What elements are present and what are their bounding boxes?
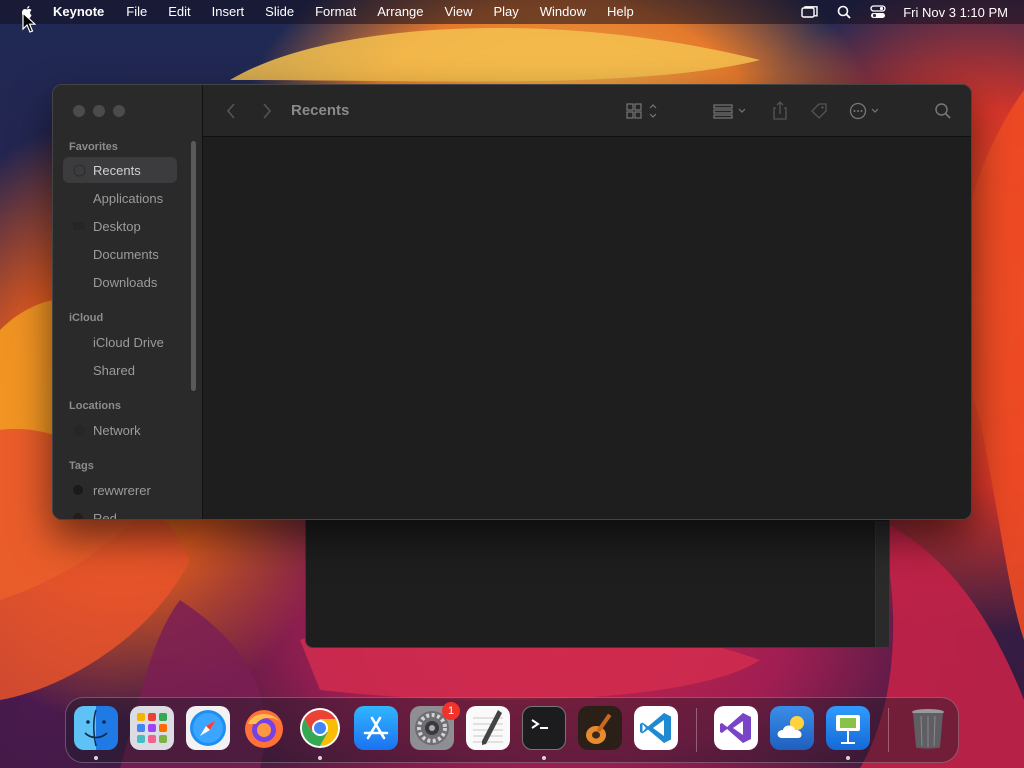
sidebar-item-applications[interactable]: Applications — [63, 185, 177, 211]
sidebar-item-tag-rewwrerer[interactable]: rewwrerer — [63, 477, 177, 503]
menu-bar-clock[interactable]: Fri Nov 3 1:10 PM — [903, 5, 1008, 20]
menu-format[interactable]: Format — [315, 0, 356, 24]
tag-icon[interactable] — [807, 99, 831, 123]
share-icon[interactable] — [769, 99, 791, 123]
control-center-icon[interactable] — [869, 4, 887, 20]
cloud-icon — [71, 335, 87, 349]
sidebar-item-documents[interactable]: Documents — [63, 241, 177, 267]
running-indicator — [846, 756, 850, 760]
textedit-icon[interactable] — [466, 706, 510, 750]
firefox-icon[interactable] — [242, 706, 286, 750]
more-actions-icon[interactable] — [847, 99, 887, 123]
window-title: Recents — [291, 102, 350, 119]
download-icon — [71, 275, 87, 289]
desktop-icon — [71, 219, 87, 233]
sidebar-item-label: iCloud Drive — [93, 334, 164, 350]
sidebar-item-label: Desktop — [93, 218, 141, 234]
running-indicator — [542, 756, 546, 760]
back-icon[interactable] — [221, 101, 241, 121]
menu-window[interactable]: Window — [540, 0, 586, 24]
trash-icon[interactable] — [906, 706, 950, 750]
sidebar-item-network[interactable]: Network — [63, 417, 177, 443]
menu-app-name[interactable]: Keynote — [53, 0, 104, 24]
dock-separator — [888, 708, 889, 752]
sidebar-item-downloads[interactable]: Downloads — [63, 269, 177, 295]
sidebar-section-locations: Locations — [69, 400, 121, 412]
document-icon — [71, 247, 87, 261]
menu-arrange[interactable]: Arrange — [377, 0, 423, 24]
sidebar-item-shared[interactable]: Shared — [63, 357, 177, 383]
network-icon — [71, 423, 87, 437]
sidebar-item-label: Applications — [93, 190, 164, 206]
search-icon[interactable] — [931, 99, 955, 123]
sidebar-item-recents[interactable]: Recents — [63, 157, 177, 183]
sidebar-section-icloud: iCloud — [69, 312, 104, 324]
forward-icon[interactable] — [257, 101, 277, 121]
sidebar-section-tags: Tags — [69, 460, 94, 472]
menu-slide[interactable]: Slide — [265, 0, 294, 24]
screen-mirroring-icon[interactable] — [801, 4, 819, 20]
chrome-icon[interactable] — [298, 706, 342, 750]
app-store-icon[interactable] — [354, 706, 398, 750]
minimize-window-button[interactable] — [93, 105, 105, 117]
finder-toolbar: Recents — [203, 85, 971, 137]
sidebar-section-favorites: Favorites — [69, 141, 118, 153]
finder-window: Favorites Recents Applications Desktop D… — [52, 84, 972, 520]
visual-studio-icon[interactable] — [714, 706, 758, 750]
tag-color-dot — [73, 485, 83, 495]
close-window-button[interactable] — [73, 105, 85, 117]
menu-insert[interactable]: Insert — [212, 0, 245, 24]
group-by-icon[interactable] — [711, 99, 751, 123]
sidebar-item-label: rewwrerer — [93, 482, 151, 498]
shared-folder-icon — [71, 363, 87, 377]
sidebar-item-label: Documents — [93, 246, 159, 262]
sidebar-scrollbar[interactable] — [191, 141, 196, 391]
menu-help[interactable]: Help — [607, 0, 634, 24]
sidebar-item-desktop[interactable]: Desktop — [63, 213, 177, 239]
notification-badge: 1 — [442, 702, 460, 720]
sidebar-item-label: Shared — [93, 362, 135, 378]
running-indicator — [94, 756, 98, 760]
mouse-cursor-icon — [22, 12, 36, 33]
launchpad-icon[interactable] — [130, 706, 174, 750]
sidebar-item-label: Recents — [93, 162, 141, 178]
background-window[interactable] — [305, 505, 890, 648]
menu-file[interactable]: File — [126, 0, 147, 24]
menu-bar: Keynote File Edit Insert Slide Format Ar… — [0, 0, 1024, 24]
sidebar-item-label: Network — [93, 422, 141, 438]
dock: 1 — [65, 697, 959, 763]
spotlight-search-icon[interactable] — [835, 4, 853, 20]
running-indicator — [318, 756, 322, 760]
terminal-icon[interactable] — [522, 706, 566, 750]
tag-color-dot — [73, 513, 83, 519]
safari-icon[interactable] — [186, 706, 230, 750]
window-controls — [73, 105, 133, 117]
applications-icon — [71, 191, 87, 205]
clock-icon — [71, 163, 87, 177]
weather-icon[interactable] — [770, 706, 814, 750]
icon-view-icon[interactable] — [623, 99, 663, 123]
menu-view[interactable]: View — [445, 0, 473, 24]
menu-play[interactable]: Play — [493, 0, 518, 24]
finder-content-area[interactable] — [203, 137, 971, 519]
menu-edit[interactable]: Edit — [168, 0, 190, 24]
sidebar-item-label: Downloads — [93, 274, 158, 290]
background-window-scrollbar[interactable] — [875, 521, 889, 647]
finder-icon[interactable] — [74, 706, 118, 750]
vscode-icon[interactable] — [634, 706, 678, 750]
finder-sidebar: Favorites Recents Applications Desktop D… — [53, 85, 203, 519]
sidebar-item-icloud-drive[interactable]: iCloud Drive — [63, 329, 177, 355]
sidebar-item-label: Red — [93, 510, 117, 520]
dock-separator — [696, 708, 697, 752]
zoom-window-button[interactable] — [113, 105, 125, 117]
garageband-icon[interactable] — [578, 706, 622, 750]
keynote-icon[interactable] — [826, 706, 870, 750]
sidebar-item-tag-red[interactable]: Red — [63, 505, 177, 520]
